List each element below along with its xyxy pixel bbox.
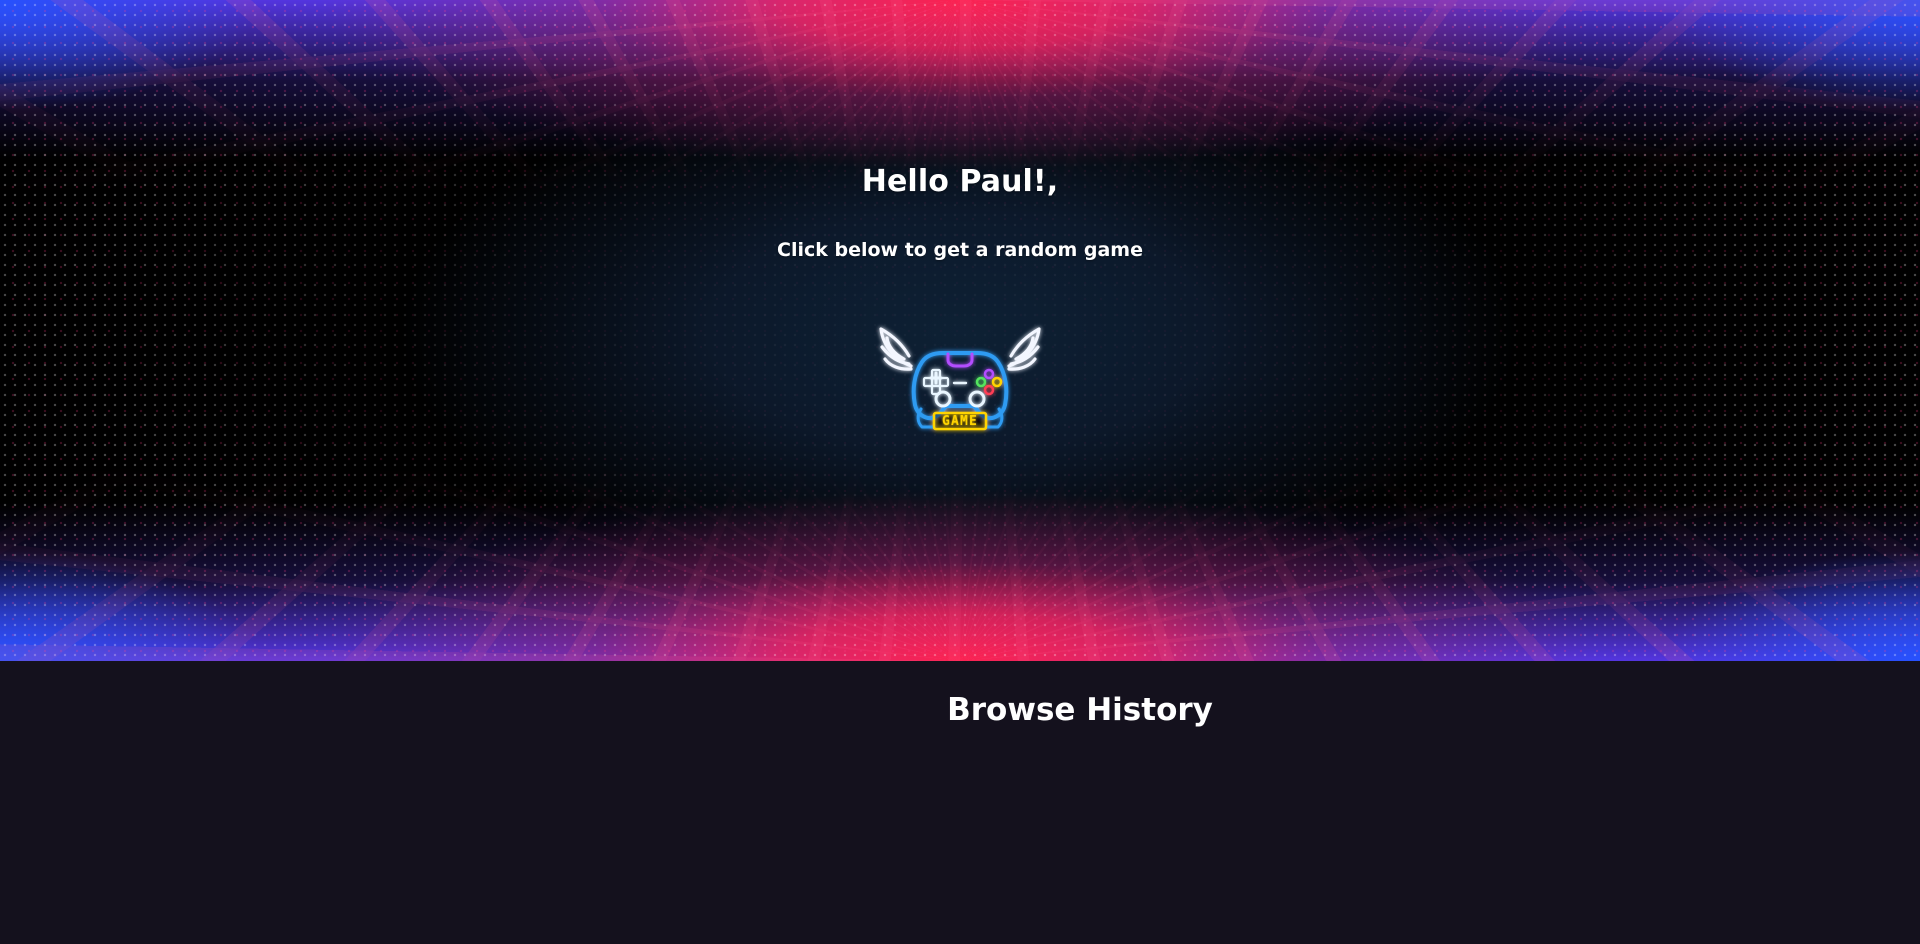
random-game-button[interactable]: GAME xyxy=(866,304,1054,444)
hero-content: Hello Paul!, Click below to get a random… xyxy=(0,0,1920,661)
winged-game-controller-icon: GAME xyxy=(879,327,1041,431)
greeting-heading: Hello Paul!, xyxy=(861,164,1059,199)
browse-history-section: Browse History xyxy=(0,661,1920,944)
random-game-instruction: Click below to get a random game xyxy=(777,239,1143,261)
game-logo-text: GAME xyxy=(942,414,978,429)
right-wing-icon xyxy=(1007,327,1041,371)
left-wing-icon xyxy=(879,327,913,371)
browse-history-heading: Browse History xyxy=(947,692,1213,728)
hero-section: Hello Paul!, Click below to get a random… xyxy=(0,0,1920,661)
